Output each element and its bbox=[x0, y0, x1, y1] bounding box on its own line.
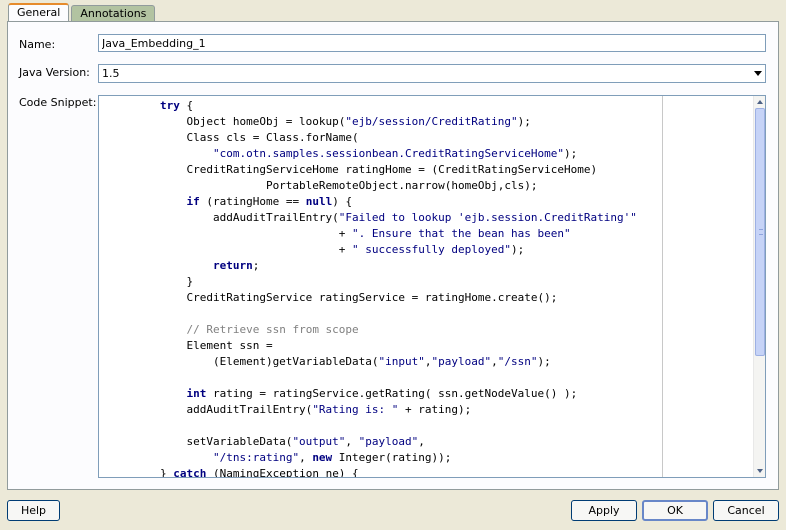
code-snippet-label: Code Snippet: bbox=[19, 96, 97, 109]
scroll-down-icon[interactable] bbox=[754, 465, 765, 477]
java-version-select[interactable]: 1.5 bbox=[98, 64, 766, 83]
grip-icon bbox=[759, 229, 763, 235]
right-margin-line bbox=[662, 96, 663, 477]
tab-annotations[interactable]: Annotations bbox=[71, 5, 156, 22]
java-version-label: Java Version: bbox=[19, 66, 90, 79]
cancel-button[interactable]: Cancel bbox=[713, 500, 779, 521]
name-input[interactable] bbox=[98, 34, 766, 52]
vertical-scrollbar[interactable] bbox=[753, 96, 765, 477]
apply-button[interactable]: Apply bbox=[571, 500, 637, 521]
name-label: Name: bbox=[19, 38, 56, 51]
chevron-down-icon[interactable] bbox=[754, 71, 762, 76]
help-button[interactable]: Help bbox=[7, 500, 60, 521]
general-panel: Name: Java Version: 1.5 Code Snippet: tr… bbox=[7, 21, 779, 490]
scroll-up-icon[interactable] bbox=[754, 96, 765, 108]
code-snippet-editor[interactable]: try { Object homeObj = lookup("ejb/sessi… bbox=[98, 95, 766, 478]
tab-general[interactable]: General bbox=[8, 3, 70, 22]
code-text[interactable]: try { Object homeObj = lookup("ejb/sessi… bbox=[107, 98, 637, 477]
scrollbar-thumb[interactable] bbox=[755, 108, 765, 356]
code-area[interactable]: try { Object homeObj = lookup("ejb/sessi… bbox=[99, 96, 662, 477]
tab-bar: General Annotations bbox=[8, 3, 157, 22]
java-version-value: 1.5 bbox=[102, 67, 120, 80]
ok-button[interactable]: OK bbox=[642, 500, 708, 521]
